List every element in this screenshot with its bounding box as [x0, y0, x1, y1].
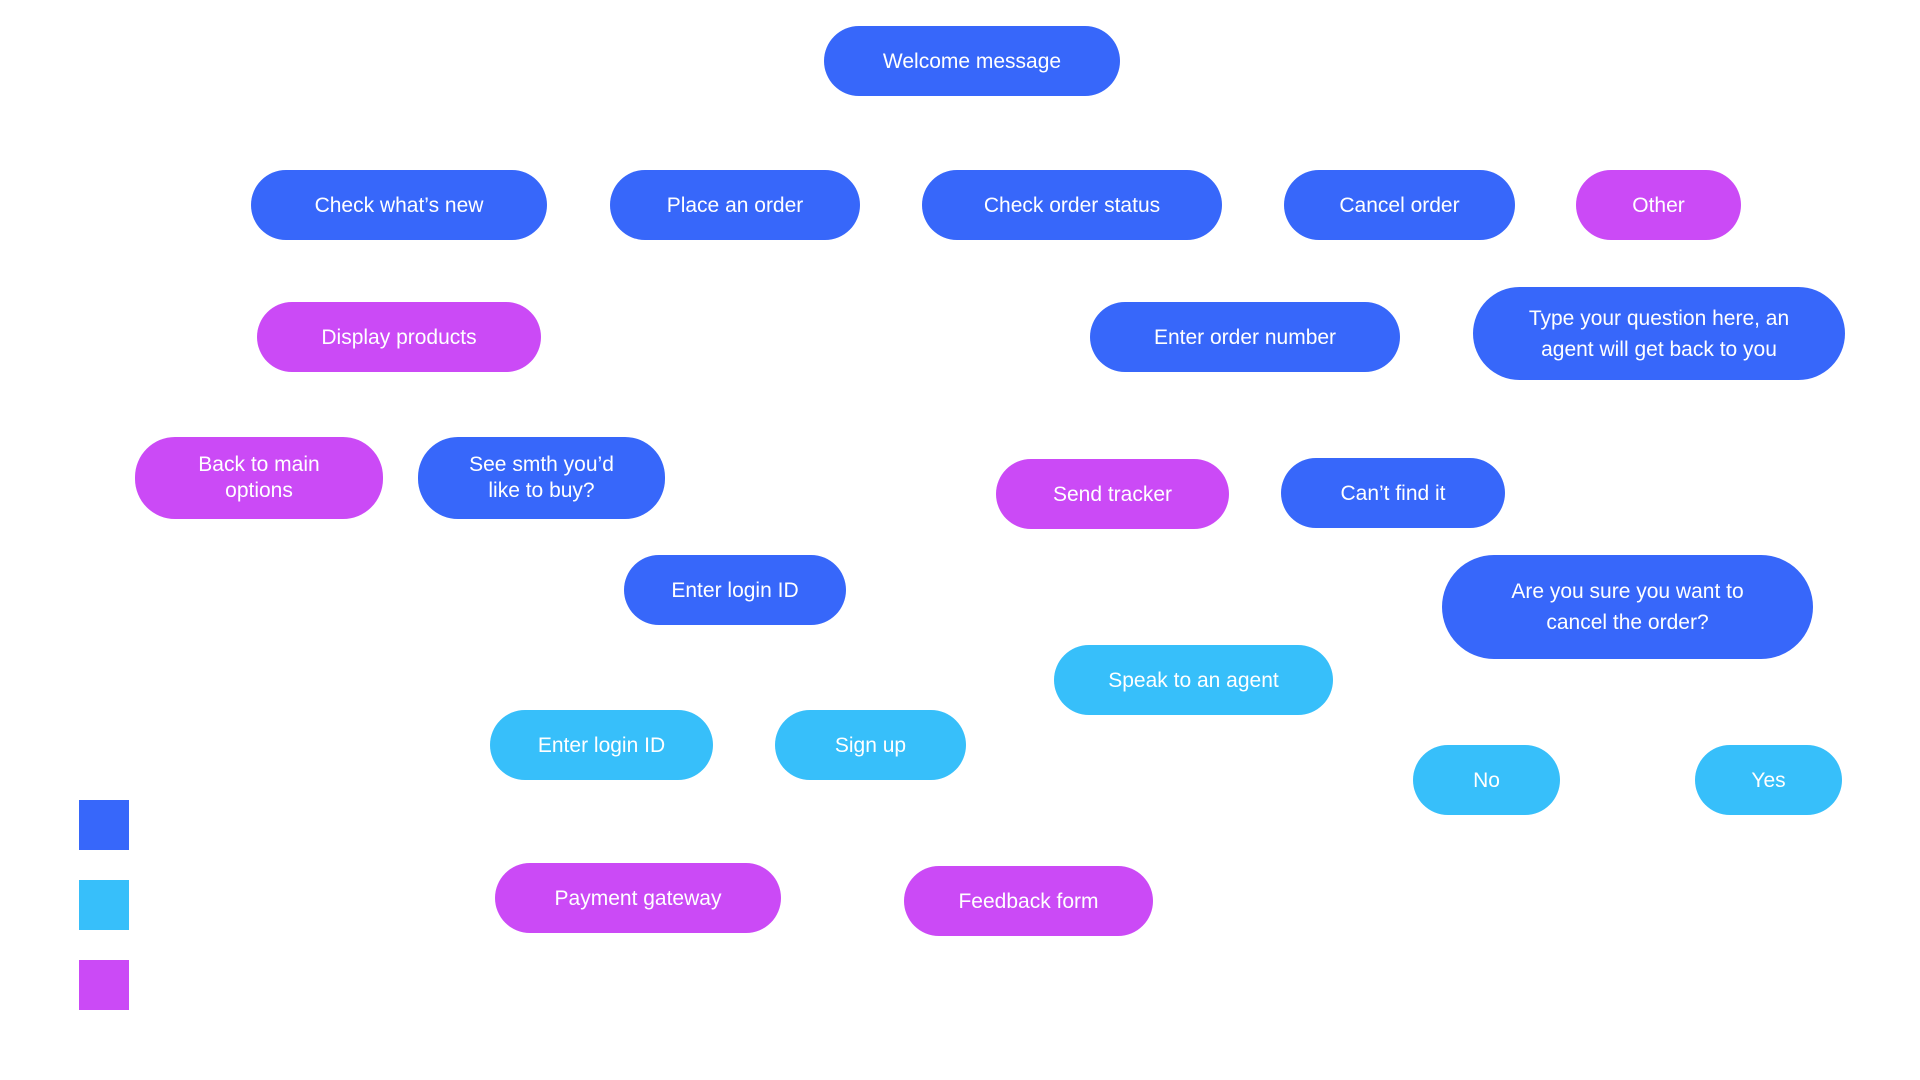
node-enter-order-number[interactable]: Enter order number	[1090, 302, 1400, 372]
node-send-tracker[interactable]: Send tracker	[996, 459, 1229, 529]
node-type-your-question[interactable]: Type your question here, an agent will g…	[1473, 287, 1845, 380]
node-no[interactable]: No	[1413, 745, 1560, 815]
node-back-to-main-options[interactable]: Back to main options	[135, 437, 383, 519]
node-sign-up[interactable]: Sign up	[775, 710, 966, 780]
node-see-smth-to-buy[interactable]: See smth you’d like to buy?	[418, 437, 665, 519]
node-welcome-message[interactable]: Welcome message	[824, 26, 1120, 96]
node-other[interactable]: Other	[1576, 170, 1741, 240]
node-payment-gateway[interactable]: Payment gateway	[495, 863, 781, 933]
node-are-you-sure-cancel[interactable]: Are you sure you want to cancel the orde…	[1442, 555, 1813, 659]
legend-swatch-cyan	[79, 880, 129, 930]
node-yes[interactable]: Yes	[1695, 745, 1842, 815]
node-place-an-order[interactable]: Place an order	[610, 170, 860, 240]
node-enter-login-id[interactable]: Enter login ID	[624, 555, 846, 625]
legend-swatch-magenta	[79, 960, 129, 1010]
node-feedback-form[interactable]: Feedback form	[904, 866, 1153, 936]
node-enter-login-id-2[interactable]: Enter login ID	[490, 710, 713, 780]
node-display-products[interactable]: Display products	[257, 302, 541, 372]
node-check-whats-new[interactable]: Check what’s new	[251, 170, 547, 240]
node-cant-find-it[interactable]: Can’t find it	[1281, 458, 1505, 528]
legend-swatch-blue	[79, 800, 129, 850]
node-speak-to-an-agent[interactable]: Speak to an agent	[1054, 645, 1333, 715]
node-check-order-status[interactable]: Check order status	[922, 170, 1222, 240]
node-cancel-order[interactable]: Cancel order	[1284, 170, 1515, 240]
